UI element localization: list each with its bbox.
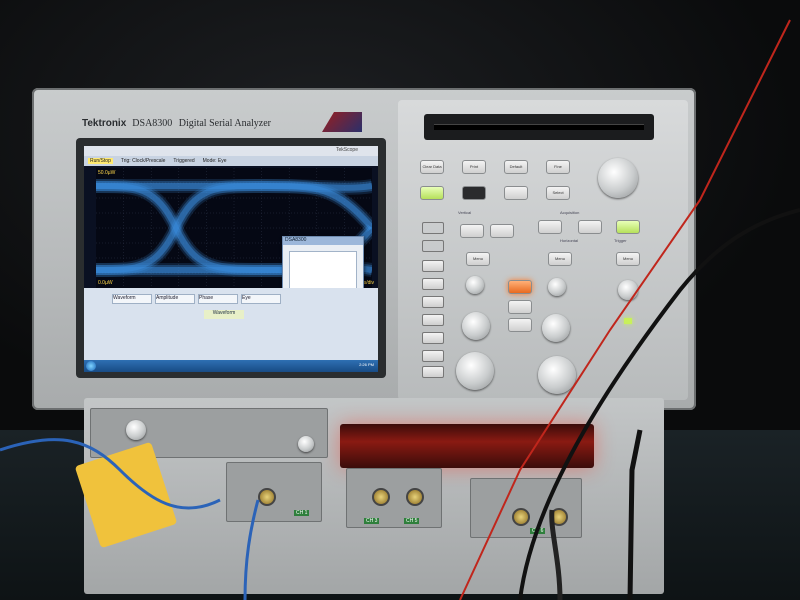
black-cable bbox=[549, 509, 563, 600]
red-cable bbox=[459, 19, 791, 600]
blue-cable bbox=[0, 438, 221, 510]
blue-cable bbox=[243, 499, 260, 600]
cables bbox=[0, 19, 800, 600]
power-cable bbox=[627, 429, 643, 600]
